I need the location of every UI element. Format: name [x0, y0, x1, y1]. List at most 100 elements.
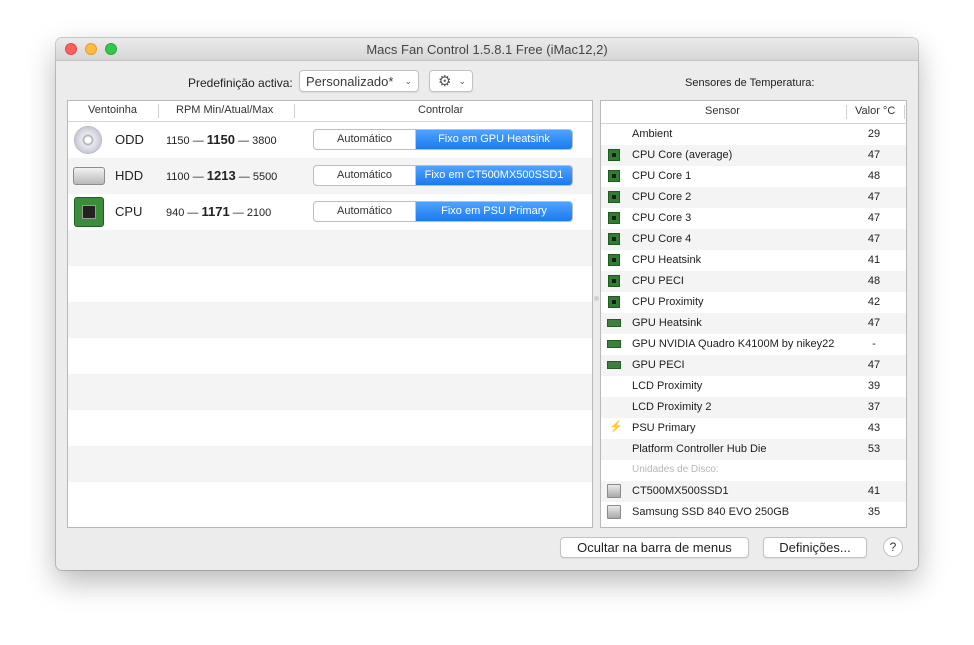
sensor-name: CPU Core 1	[632, 170, 692, 182]
sensor-value: 43	[867, 422, 881, 434]
auto-mode-button[interactable]: Automático	[314, 130, 416, 149]
split-view-divider-handle[interactable]	[594, 296, 599, 301]
fixed-mode-button[interactable]: Fixo em PSU Primary	[416, 202, 572, 221]
sensor-value: 48	[867, 170, 881, 182]
optical-drive-icon	[74, 126, 102, 154]
sensors-table-header: Sensor Valor °C	[601, 101, 906, 124]
sensor-value: -	[872, 338, 876, 350]
sensor-name: CT500MX500SSD1	[632, 485, 729, 497]
sensor-name: CPU Core 4	[632, 233, 692, 245]
sensor-row[interactable]: CPU Core (average) 47	[601, 145, 906, 166]
disk-group-header: Unidades de Disco:	[601, 460, 906, 481]
lightning-icon: ⚡	[609, 421, 623, 433]
gear-icon: ⚙	[438, 73, 452, 90]
app-window: Macs Fan Control 1.5.8.1 Free (iMac12,2)…	[56, 38, 918, 570]
fan-name: HDD	[115, 168, 144, 183]
sensor-row[interactable]: CPU Core 3 47	[601, 208, 906, 229]
sensor-value: 47	[867, 317, 881, 329]
cpu-chip-icon	[74, 197, 104, 227]
sensor-name: LCD Proximity 2	[632, 401, 712, 413]
sensor-row[interactable]: CT500MX500SSD1 41	[601, 481, 906, 502]
sensor-name: PSU Primary	[632, 422, 696, 434]
preset-select[interactable]: Personalizado* ⌄	[299, 70, 419, 92]
fan-rpm: 940 — 1171 — 2100	[166, 204, 272, 219]
sensor-row[interactable]: LCD Proximity 2 37	[601, 397, 906, 418]
sensor-row[interactable]: CPU PECI 48	[601, 271, 906, 292]
sensor-value: 47	[867, 212, 881, 224]
sensor-value: 47	[867, 191, 881, 203]
rpm-max: 5500	[252, 171, 278, 183]
settings-button[interactable]: Definições...	[763, 537, 867, 558]
empty-row	[68, 374, 592, 410]
rpm-current: 1213	[206, 168, 236, 183]
fan-rpm: 1150 — 1150 — 3800	[166, 132, 277, 147]
rpm-min: 940	[166, 207, 185, 219]
sensor-row[interactable]: Ambient 29	[601, 124, 906, 145]
cpu-chip-icon	[608, 170, 620, 182]
sensor-value: 53	[867, 443, 881, 455]
sensor-row[interactable]: CPU Heatsink 41	[601, 250, 906, 271]
gpu-card-icon	[607, 340, 621, 348]
fan-name: ODD	[115, 132, 144, 147]
sensor-row[interactable]: CPU Core 1 48	[601, 166, 906, 187]
hard-drive-icon	[73, 167, 105, 185]
actions-menu-button[interactable]: ⚙ ⌄	[429, 70, 473, 92]
sensor-value: 48	[867, 275, 881, 287]
hide-in-menu-bar-button[interactable]: Ocultar na barra de menus	[560, 537, 749, 558]
fans-panel: Ventoinha RPM Min/Atual/Max Controlar OD…	[67, 100, 593, 528]
sensor-row[interactable]: GPU PECI 47	[601, 355, 906, 376]
sensor-row[interactable]: GPU NVIDIA Quadro K4100M by nikey22 -	[601, 334, 906, 355]
column-header-control[interactable]: Controlar	[418, 104, 463, 116]
fixed-mode-button[interactable]: Fixo em GPU Heatsink	[416, 130, 572, 149]
rpm-current: 1171	[201, 204, 230, 219]
cpu-chip-icon	[608, 149, 620, 161]
sensor-name: Samsung SSD 840 EVO 250GB	[632, 506, 790, 518]
rpm-max: 3800	[252, 135, 277, 147]
sensor-row[interactable]: CPU Proximity 42	[601, 292, 906, 313]
rpm-max: 2100	[246, 207, 272, 219]
sensor-value: 47	[867, 359, 881, 371]
fixed-mode-button[interactable]: Fixo em CT500MX500SSD1	[416, 166, 572, 185]
sensor-row[interactable]: Platform Controller Hub Die 53	[601, 439, 906, 460]
sensor-name: LCD Proximity	[632, 380, 703, 392]
fan-control-segmented: Automático Fixo em GPU Heatsink	[313, 129, 573, 150]
help-button[interactable]: ?	[883, 537, 903, 557]
column-header-sensor[interactable]: Sensor	[705, 105, 740, 117]
cpu-chip-icon	[608, 275, 620, 287]
rpm-current: 1150	[206, 132, 235, 147]
sensor-row[interactable]: CPU Core 2 47	[601, 187, 906, 208]
sensor-value: 41	[867, 485, 881, 497]
fan-name: CPU	[115, 204, 143, 219]
sensor-name: CPU Heatsink	[632, 254, 702, 266]
sensor-name: GPU PECI	[632, 359, 685, 371]
sensor-value: 47	[867, 149, 881, 161]
sensor-row[interactable]: GPU Heatsink 47	[601, 313, 906, 334]
fan-control-segmented: Automático Fixo em PSU Primary	[313, 201, 573, 222]
sensor-value: 29	[867, 128, 881, 140]
column-header-rpm[interactable]: RPM Min/Atual/Max	[176, 104, 273, 116]
column-header-fan[interactable]: Ventoinha	[88, 104, 137, 116]
auto-mode-button[interactable]: Automático	[314, 166, 416, 185]
sensor-name: CPU PECI	[632, 275, 684, 287]
fan-row-hdd: HDD 1100 — 1213 — 5500 Automático Fixo e…	[68, 158, 592, 194]
disk-group-label: Unidades de Disco:	[632, 464, 719, 475]
sensor-row[interactable]: LCD Proximity 39	[601, 376, 906, 397]
sensors-heading: Sensores de Temperatura:	[685, 77, 815, 89]
sensor-row[interactable]: CPU Core 4 47	[601, 229, 906, 250]
window-title: Macs Fan Control 1.5.8.1 Free (iMac12,2)	[366, 42, 608, 57]
fans-table-header: Ventoinha RPM Min/Atual/Max Controlar	[68, 101, 592, 122]
auto-mode-button[interactable]: Automático	[314, 202, 416, 221]
sensor-row[interactable]: ⚡ PSU Primary 43	[601, 418, 906, 439]
gpu-card-icon	[607, 319, 621, 327]
sensor-value: 41	[867, 254, 881, 266]
sensor-row[interactable]: Samsung SSD 840 EVO 250GB 35	[601, 502, 906, 523]
sensor-name: Platform Controller Hub Die	[632, 443, 767, 455]
sensor-value: 39	[867, 380, 881, 392]
column-header-value[interactable]: Valor °C	[855, 105, 895, 117]
cpu-chip-icon	[608, 254, 620, 266]
empty-row	[68, 302, 592, 338]
sensor-name: CPU Core 2	[632, 191, 692, 203]
empty-row	[68, 446, 592, 482]
sensor-value: 35	[867, 506, 881, 518]
fan-control-segmented: Automático Fixo em CT500MX500SSD1	[313, 165, 573, 186]
